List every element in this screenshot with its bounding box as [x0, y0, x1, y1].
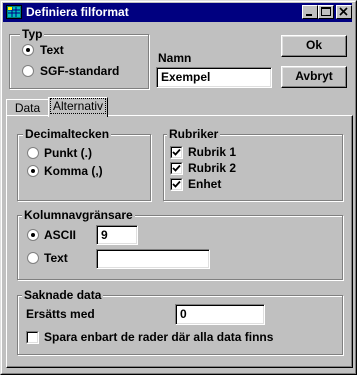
replace-label: Ersätts med — [26, 307, 95, 321]
table-app-icon — [6, 5, 22, 19]
decimal-punkt-radio[interactable] — [27, 147, 39, 159]
kolumn-ascii-label[interactable]: ASCII — [44, 228, 76, 242]
ascii-value-input[interactable]: 9 — [96, 225, 138, 245]
typ-group — [9, 34, 149, 89]
tab-data-label: Data — [14, 101, 41, 115]
close-icon — [339, 7, 348, 16]
close-button[interactable] — [336, 5, 352, 19]
saknade-group-label: Saknade data — [22, 288, 104, 302]
text-value-input[interactable] — [96, 249, 210, 269]
kolumn-group-label: Kolumnavgränsare — [22, 208, 135, 222]
only-complete-rows-checkbox[interactable] — [26, 331, 39, 344]
minimize-button[interactable] — [302, 5, 318, 19]
cancel-button[interactable]: Avbryt — [281, 66, 347, 88]
title-bar[interactable]: Definiera filformat — [3, 3, 352, 22]
typ-group-label: Typ — [20, 27, 45, 41]
rubrik1-label[interactable]: Rubrik 1 — [188, 145, 236, 159]
enhet-checkbox[interactable] — [170, 178, 183, 191]
rubrik2-label[interactable]: Rubrik 2 — [188, 161, 236, 175]
kolumn-text-radio[interactable] — [27, 252, 39, 264]
typ-sgf-radio[interactable] — [22, 65, 34, 77]
replace-value-input[interactable]: 0 — [175, 304, 265, 325]
namn-label: Namn — [158, 51, 192, 65]
kolumn-group — [17, 215, 343, 280]
enhet-label[interactable]: Enhet — [188, 177, 221, 191]
rubrik2-checkbox[interactable] — [170, 162, 183, 175]
typ-text-radio[interactable] — [22, 44, 34, 56]
tab-alternativ-label: Alternativ — [49, 98, 107, 114]
decimal-group-label: Decimaltecken — [23, 127, 112, 141]
maximize-icon — [321, 7, 331, 16]
tab-data[interactable]: Data — [6, 99, 49, 116]
checkmark-icon — [172, 180, 181, 188]
minimize-icon — [306, 14, 312, 16]
tab-alternativ[interactable]: Alternativ — [48, 97, 108, 117]
only-complete-rows-label[interactable]: Spara enbart de rader där alla data finn… — [44, 330, 273, 344]
window-title: Definiera filformat — [26, 5, 129, 19]
ok-button[interactable]: Ok — [281, 35, 347, 57]
typ-sgf-label[interactable]: SGF-standard — [40, 64, 119, 78]
decimal-komma-label[interactable]: Komma (,) — [44, 164, 103, 178]
dialog-window: Definiera filformat Typ Text SGF-standar… — [0, 0, 357, 375]
checkmark-icon — [172, 164, 181, 172]
decimal-punkt-label[interactable]: Punkt (.) — [44, 146, 92, 160]
kolumn-ascii-radio[interactable] — [27, 229, 39, 241]
checkmark-icon — [172, 148, 181, 156]
typ-text-label[interactable]: Text — [40, 43, 64, 57]
kolumn-text-label[interactable]: Text — [44, 251, 68, 265]
namn-input[interactable]: Exempel — [156, 67, 272, 88]
maximize-button[interactable] — [318, 5, 334, 19]
rubrik1-checkbox[interactable] — [170, 146, 183, 159]
rubriker-group-label: Rubriker — [167, 127, 221, 141]
decimal-komma-radio[interactable] — [27, 165, 39, 177]
